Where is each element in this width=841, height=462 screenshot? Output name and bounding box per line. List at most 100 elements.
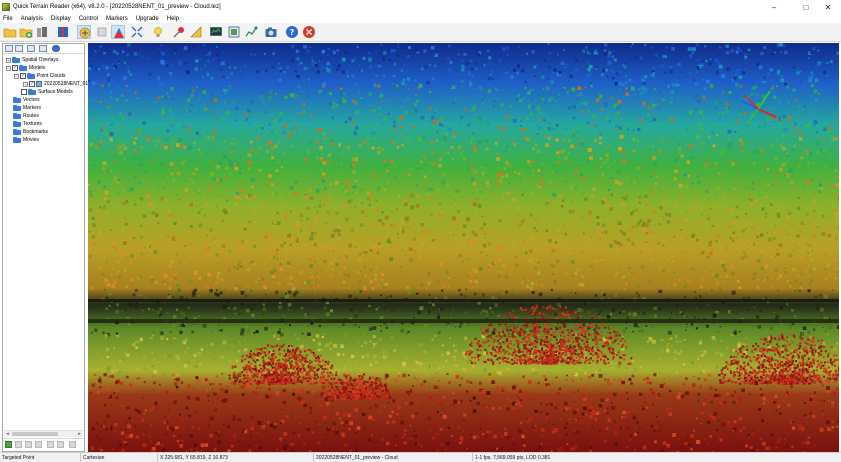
scrollbar-thumb[interactable] — [12, 432, 58, 436]
stop-icon — [303, 26, 315, 38]
axis-y-line — [757, 90, 771, 110]
tree-item-label: Markers — [23, 105, 42, 111]
checkbox-cloud-file[interactable]: ✓ — [29, 81, 35, 87]
tree-item-routes[interactable]: Routes — [13, 112, 39, 120]
navigate-hand-icon — [79, 27, 91, 39]
monitor-button[interactable] — [209, 25, 223, 39]
checkbox-point-clouds[interactable]: ✓ — [20, 73, 26, 79]
panel-icon — [97, 27, 107, 37]
menu-help[interactable]: Help — [167, 16, 179, 22]
move-down-icon[interactable] — [35, 441, 42, 448]
axis-x-line — [757, 108, 777, 118]
tree-item-bookmarks[interactable]: Bookmarks — [13, 128, 48, 136]
status-cursor-position: X 225.681, Y 65.819, Z 16.873 — [157, 453, 313, 462]
tree-item-movies[interactable]: Movies — [13, 136, 39, 144]
axis-gizmo[interactable]: x y z — [728, 81, 788, 131]
open-folder-button[interactable] — [3, 25, 17, 39]
menu-control[interactable]: Control — [79, 16, 98, 22]
scroll-left-icon[interactable]: ◂ — [4, 431, 11, 438]
tree-item-surface-models[interactable]: Surface Models — [21, 88, 73, 96]
measure-ruler-button[interactable] — [189, 25, 203, 39]
tree-item-label: Textures — [23, 121, 42, 127]
axis-x-label: x — [778, 116, 782, 123]
axis-y-label: y — [771, 84, 775, 91]
color-map-button[interactable] — [111, 25, 125, 39]
menu-analysis[interactable]: Analysis — [21, 16, 43, 22]
refresh-icon[interactable] — [57, 441, 64, 448]
tree-item-spatial-overlays[interactable]: + Spatial Overlays — [6, 56, 58, 64]
add-folder-icon — [19, 28, 33, 38]
folder-icon — [19, 64, 27, 71]
menu-display[interactable]: Display — [51, 16, 71, 22]
expand-icon[interactable]: + — [6, 57, 11, 63]
zoom-extents-button[interactable] — [130, 25, 144, 39]
maximize-button[interactable]: □ — [796, 1, 816, 14]
status-coord-system: Cartesian — [80, 453, 157, 462]
panel-button[interactable] — [95, 25, 109, 39]
remove-layer-icon[interactable] — [15, 441, 22, 448]
tree-item-point-clouds[interactable]: − ✓ Point Clouds — [14, 72, 65, 80]
tree-paste-icon[interactable] — [39, 45, 47, 52]
info-icon[interactable] — [69, 441, 76, 448]
add-folder-button[interactable] — [19, 25, 33, 39]
layer-tree-panel: + Spatial Overlays − ✓ Models − ✓ Point … — [2, 43, 88, 452]
tree-item-label: Spatial Overlays — [22, 57, 59, 63]
window-title: Quick Terrain Reader (x64), v8.2.0 - [20… — [13, 4, 221, 10]
tree-item-label: Surface Models — [38, 89, 73, 95]
tree-item-cloud-file[interactable]: + ✓ 20220528NENT_01 — [23, 80, 88, 88]
expand-icon[interactable]: + — [23, 81, 28, 87]
snapshot-camera-icon — [265, 27, 277, 37]
tree-item-markers[interactable]: Markers — [13, 104, 41, 112]
layers-icon — [37, 27, 47, 37]
navigate-hand-button[interactable] — [77, 25, 91, 39]
checkbox-surface-models[interactable] — [21, 89, 27, 95]
point-cloud-render — [88, 43, 839, 452]
tree-item-label: Vectors — [23, 97, 40, 103]
collapse-icon[interactable]: − — [6, 65, 11, 71]
move-up-icon[interactable] — [25, 441, 32, 448]
bookmark-book-button[interactable] — [56, 25, 70, 39]
image-export-icon — [228, 26, 240, 38]
profile-tool-button[interactable] — [244, 25, 258, 39]
scroll-right-icon[interactable]: ▸ — [76, 431, 83, 438]
status-bar: Targeted Point Cartesian X 225.681, Y 65… — [0, 452, 841, 462]
menu-file[interactable]: File — [3, 16, 13, 22]
minimize-button[interactable]: – — [764, 1, 784, 14]
svg-text:?: ? — [290, 28, 295, 37]
image-export-button[interactable] — [227, 25, 241, 39]
collapse-icon[interactable]: − — [14, 73, 19, 79]
tree-item-vectors[interactable]: Vectors — [13, 96, 40, 104]
status-mode: Targeted Point — [2, 455, 35, 461]
point-cloud-viewport[interactable]: x y z — [88, 43, 839, 452]
tree-item-label: Bookmarks — [23, 129, 49, 135]
bookmark-book-icon — [58, 27, 68, 37]
marker-pin-button[interactable] — [172, 25, 186, 39]
menu-markers[interactable]: Markers — [106, 16, 128, 22]
tree-info-icon[interactable] — [52, 45, 60, 52]
help-icon: ? — [286, 26, 298, 38]
menu-upgrade[interactable]: Upgrade — [136, 16, 159, 22]
main-toolbar: ? — [0, 23, 841, 42]
app-logo-icon — [2, 3, 10, 11]
close-window-button[interactable]: ✕ — [818, 1, 838, 14]
tree-item-models[interactable]: − ✓ Models — [6, 64, 45, 72]
tree-horizontal-scrollbar[interactable]: ◂ ▸ — [4, 430, 83, 437]
folder-icon — [13, 104, 21, 111]
tree-copy-icon[interactable] — [27, 45, 35, 52]
snapshot-camera-button[interactable] — [264, 25, 278, 39]
tree-bottom-toolbar — [3, 438, 84, 450]
axis-y-neg-line — [745, 108, 759, 126]
add-layer-icon[interactable] — [5, 441, 12, 448]
tree-item-label: Movies — [23, 137, 39, 143]
layers-button[interactable] — [35, 25, 49, 39]
checkbox-models[interactable]: ✓ — [12, 65, 18, 71]
properties-icon[interactable] — [47, 441, 54, 448]
tree-item-label: Routes — [23, 113, 39, 119]
lightbulb-button[interactable] — [151, 25, 165, 39]
tree-list-icon[interactable] — [15, 45, 23, 52]
tree-view-icon[interactable] — [5, 45, 13, 52]
help-button[interactable]: ? — [285, 25, 299, 39]
folder-icon — [12, 56, 20, 63]
tree-item-textures[interactable]: Textures — [13, 120, 42, 128]
stop-button[interactable] — [302, 25, 316, 39]
